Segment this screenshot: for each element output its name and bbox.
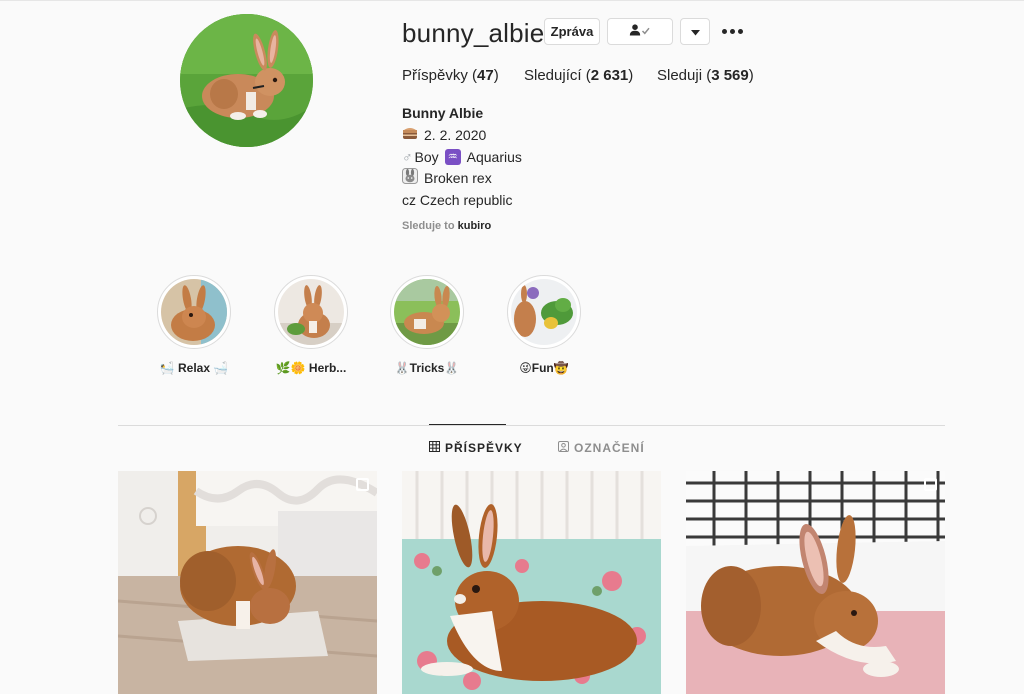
profile-bio: Bunny Albie 2. 2. 2020 ♂ Boy ♒ Aquarius bbox=[402, 103, 522, 211]
highlight-label: 🐰Tricks🐰 bbox=[394, 361, 460, 375]
more-options-icon[interactable] bbox=[722, 22, 743, 40]
highlight-cover bbox=[394, 279, 460, 345]
carousel-icon bbox=[356, 478, 369, 491]
followers-link[interactable]: Sledující (2 631) bbox=[524, 67, 633, 84]
highlight-cover bbox=[278, 279, 344, 345]
story-highlight[interactable]: 😜Fun🤠 bbox=[507, 275, 581, 375]
tagged-icon bbox=[558, 441, 569, 455]
zodiac-text: Aquarius bbox=[466, 148, 522, 165]
story-highlight[interactable]: 🛀 Relax 🛁 bbox=[157, 275, 231, 375]
cake-icon bbox=[402, 124, 418, 146]
story-highlight[interactable]: 🐰Tricks🐰 bbox=[390, 275, 464, 375]
tabs-divider bbox=[118, 425, 945, 426]
carousel-icon bbox=[924, 478, 937, 491]
rabbit-face-icon bbox=[402, 167, 418, 190]
aquarius-icon: ♒ bbox=[444, 149, 461, 166]
suggested-dropdown-button[interactable] bbox=[680, 18, 710, 45]
top-border bbox=[0, 0, 1024, 1]
bio-breed: Broken rex bbox=[402, 167, 522, 190]
post-thumbnail[interactable] bbox=[686, 471, 945, 694]
post-thumbnail[interactable] bbox=[118, 471, 377, 694]
highlight-cover bbox=[511, 279, 577, 345]
gender-text: Boy bbox=[414, 148, 439, 165]
highlight-label: 😜Fun🤠 bbox=[519, 361, 569, 375]
following-link[interactable]: Sleduji (3 569) bbox=[657, 67, 754, 84]
tab-posts[interactable]: PŘÍSPĚVKY bbox=[429, 441, 523, 455]
active-tab-indicator bbox=[429, 424, 506, 425]
followed-by[interactable]: Sleduje to kubiro bbox=[402, 220, 491, 232]
bio-gender-zodiac: ♂ Boy ♒ Aquarius bbox=[402, 147, 522, 168]
chevron-down-icon bbox=[690, 24, 700, 39]
tab-tagged[interactable]: OZNAČENÍ bbox=[558, 441, 645, 455]
posts-count-stat: Příspěvky (47) bbox=[402, 67, 499, 84]
highlight-cover bbox=[161, 279, 227, 345]
bio-birthday: 2. 2. 2020 bbox=[402, 124, 522, 146]
followed-by-user[interactable]: kubiro bbox=[458, 220, 492, 232]
male-sign: ♂ bbox=[402, 148, 413, 165]
following-status-button[interactable] bbox=[607, 18, 673, 45]
bio-country: cz Czech republic bbox=[402, 192, 513, 209]
profile-avatar[interactable] bbox=[180, 14, 313, 147]
story-highlight[interactable]: 🌿🌼 Herb... bbox=[274, 275, 348, 375]
profile-username: bunny_albie bbox=[402, 18, 545, 48]
person-check-icon bbox=[629, 24, 651, 39]
highlight-label: 🌿🌼 Herb... bbox=[275, 361, 347, 375]
message-button[interactable]: Zpráva bbox=[544, 18, 600, 45]
grid-icon bbox=[429, 441, 440, 455]
highlight-label: 🛀 Relax 🛁 bbox=[159, 361, 229, 375]
bio-name: Bunny Albie bbox=[402, 105, 484, 121]
post-thumbnail[interactable] bbox=[402, 471, 661, 694]
